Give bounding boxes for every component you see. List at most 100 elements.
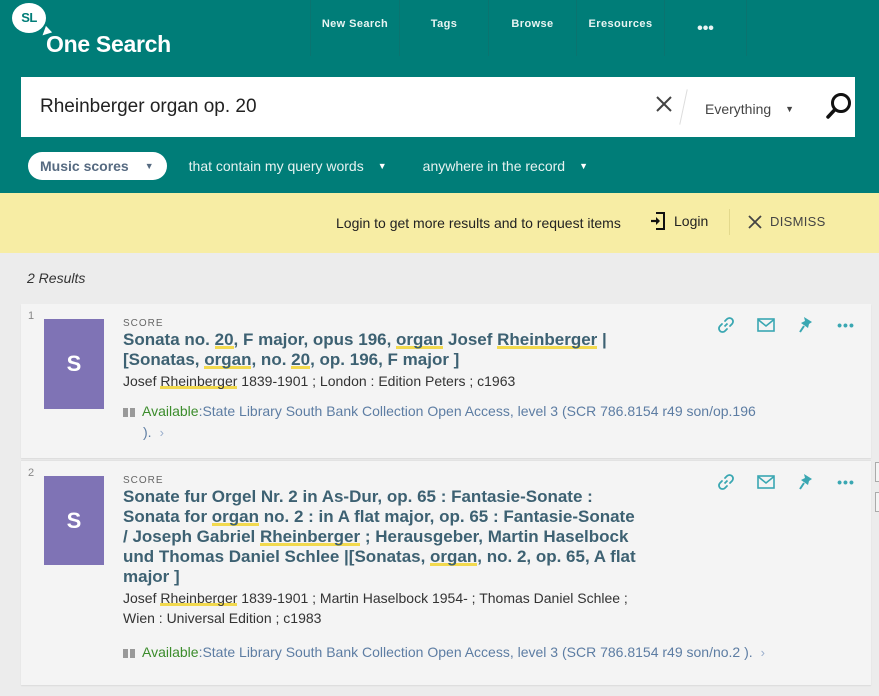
query-highlight: organ (396, 330, 444, 349)
logo-badge: SL (21, 10, 37, 25)
scope-dropdown[interactable]: Everything ▼ (705, 97, 794, 121)
result-item[interactable]: 1 S SCORE Sonata no. 20, F major, opus 1… (21, 304, 871, 458)
search-zone: Everything ▼ Music scores ▼ that contain… (0, 77, 879, 193)
result-actions: ••• (715, 314, 857, 336)
top-bar: SL One Search New Search Tags Browse Ere… (0, 0, 879, 77)
magnifier-icon (826, 93, 851, 119)
login-button[interactable]: Login (650, 211, 708, 231)
book-icon (123, 649, 135, 658)
close-icon (748, 214, 762, 229)
text-run: Josef (123, 590, 161, 606)
text-run: Sonata no. (123, 330, 215, 349)
more-actions-button[interactable]: ••• (835, 471, 857, 493)
email-button[interactable] (755, 314, 777, 336)
nav-new-search[interactable]: New Search (310, 0, 400, 56)
search-filters: Music scores ▼ that contain my query wor… (28, 152, 588, 180)
sign-in-icon (651, 212, 665, 230)
field-value: anywhere in the record (422, 158, 566, 174)
pin-icon (799, 474, 812, 490)
app-title: One Search (46, 31, 171, 57)
text-run: , F major, opus 196, (233, 330, 397, 349)
banner-divider (729, 209, 730, 235)
result-item[interactable]: 2 S SCORE Sonate fur Orgel Nr. 2 in As-D… (21, 460, 871, 685)
query-highlight: Rheinberger (160, 590, 238, 606)
text-run: 1839-1901 ; London : Edition Peters ; c1… (237, 373, 516, 389)
pin-button[interactable] (795, 314, 817, 336)
query-highlight: 20 (214, 330, 234, 349)
result-thumbnail[interactable]: S (44, 319, 104, 409)
result-number: 2 (28, 467, 35, 479)
text-run: , no. (251, 350, 292, 369)
availability-line[interactable]: Available:State Library South Bank Colle… (123, 401, 813, 443)
caret-down-icon: ▼ (579, 161, 588, 171)
close-icon (656, 96, 672, 112)
availability-status: Available (142, 403, 199, 419)
chevron-right-icon[interactable]: › (160, 425, 164, 440)
permalink-button[interactable] (715, 471, 737, 493)
text-run: , op. 196, F major ] (310, 350, 460, 369)
clear-search-button[interactable] (653, 94, 675, 118)
match-mode-dropdown[interactable]: that contain my query words ▼ (189, 158, 387, 174)
scope-value: Everything (705, 101, 772, 117)
result-title[interactable]: Sonata no. 20, F major, opus 196, organ … (123, 330, 623, 370)
pin-icon (799, 317, 812, 333)
query-highlight: organ (204, 350, 252, 369)
caret-down-icon: ▼ (144, 161, 154, 171)
link-icon (718, 474, 734, 490)
resource-type-dropdown[interactable]: Music scores ▼ (28, 152, 167, 180)
query-highlight: organ (430, 547, 478, 566)
search-input[interactable] (40, 91, 640, 123)
login-label: Login (674, 213, 709, 229)
query-highlight: Rheinberger (260, 527, 361, 546)
result-thumbnail[interactable]: S (44, 476, 104, 565)
result-title[interactable]: Sonate fur Orgel Nr. 2 in As-Dur, op. 65… (123, 487, 643, 587)
availability-status: Available (142, 644, 199, 660)
result-type: SCORE (123, 318, 164, 329)
link-icon (718, 317, 734, 333)
chevron-right-icon[interactable]: › (761, 645, 765, 660)
text-run: Josef (443, 330, 498, 349)
query-highlight: Rheinberger (160, 373, 238, 389)
query-highlight: Rheinberger (497, 330, 598, 349)
main-nav: New Search Tags Browse Eresources ••• (310, 0, 747, 56)
email-button[interactable] (755, 471, 777, 493)
result-meta: Josef Rheinberger 1839-1901 ; Martin Has… (123, 588, 643, 628)
nav-browse[interactable]: Browse (489, 0, 577, 56)
search-button[interactable] (824, 91, 854, 123)
side-panel-tab[interactable] (875, 462, 879, 482)
one-search-logo[interactable]: SL One Search (12, 3, 212, 63)
search-box: Everything ▼ (21, 77, 855, 137)
nav-eresources[interactable]: Eresources (577, 0, 665, 56)
nav-more-button[interactable]: ••• (665, 0, 747, 56)
results-count: 2 Results (27, 270, 86, 286)
banner-message: Login to get more results and to request… (336, 215, 621, 231)
dismiss-button[interactable]: DISMISS (748, 214, 826, 229)
text-run: Josef (123, 373, 161, 389)
dismiss-label: DISMISS (770, 214, 826, 229)
field-dropdown[interactable]: anywhere in the record ▼ (423, 158, 588, 174)
login-banner: Login to get more results and to request… (0, 193, 879, 253)
result-actions: ••• (715, 471, 857, 493)
query-highlight: 20 (291, 350, 311, 369)
result-meta: Josef Rheinberger 1839-1901 ; London : E… (123, 371, 623, 391)
search-divider (679, 89, 688, 125)
email-icon (757, 318, 775, 332)
caret-down-icon: ▼ (377, 161, 387, 171)
availability-location: State Library South Bank Collection Open… (202, 403, 756, 419)
nav-tags[interactable]: Tags (400, 0, 489, 56)
result-body: SCORE Sonata no. 20, F major, opus 196, … (123, 318, 623, 391)
query-highlight: organ (211, 507, 260, 526)
caret-down-icon: ▼ (785, 104, 795, 114)
result-number: 1 (28, 310, 35, 322)
availability-line[interactable]: Available:State Library South Bank Colle… (123, 642, 813, 663)
pin-button[interactable] (795, 471, 817, 493)
result-type: SCORE (123, 475, 164, 486)
resource-type-value: Music scores (40, 158, 129, 174)
side-panel-tab[interactable] (875, 492, 879, 512)
availability-location: State Library South Bank Collection Open… (202, 644, 753, 660)
book-icon (123, 408, 135, 417)
email-icon (757, 475, 775, 489)
permalink-button[interactable] (715, 314, 737, 336)
result-body: SCORE Sonate fur Orgel Nr. 2 in As-Dur, … (123, 475, 643, 628)
more-actions-button[interactable]: ••• (835, 314, 857, 336)
